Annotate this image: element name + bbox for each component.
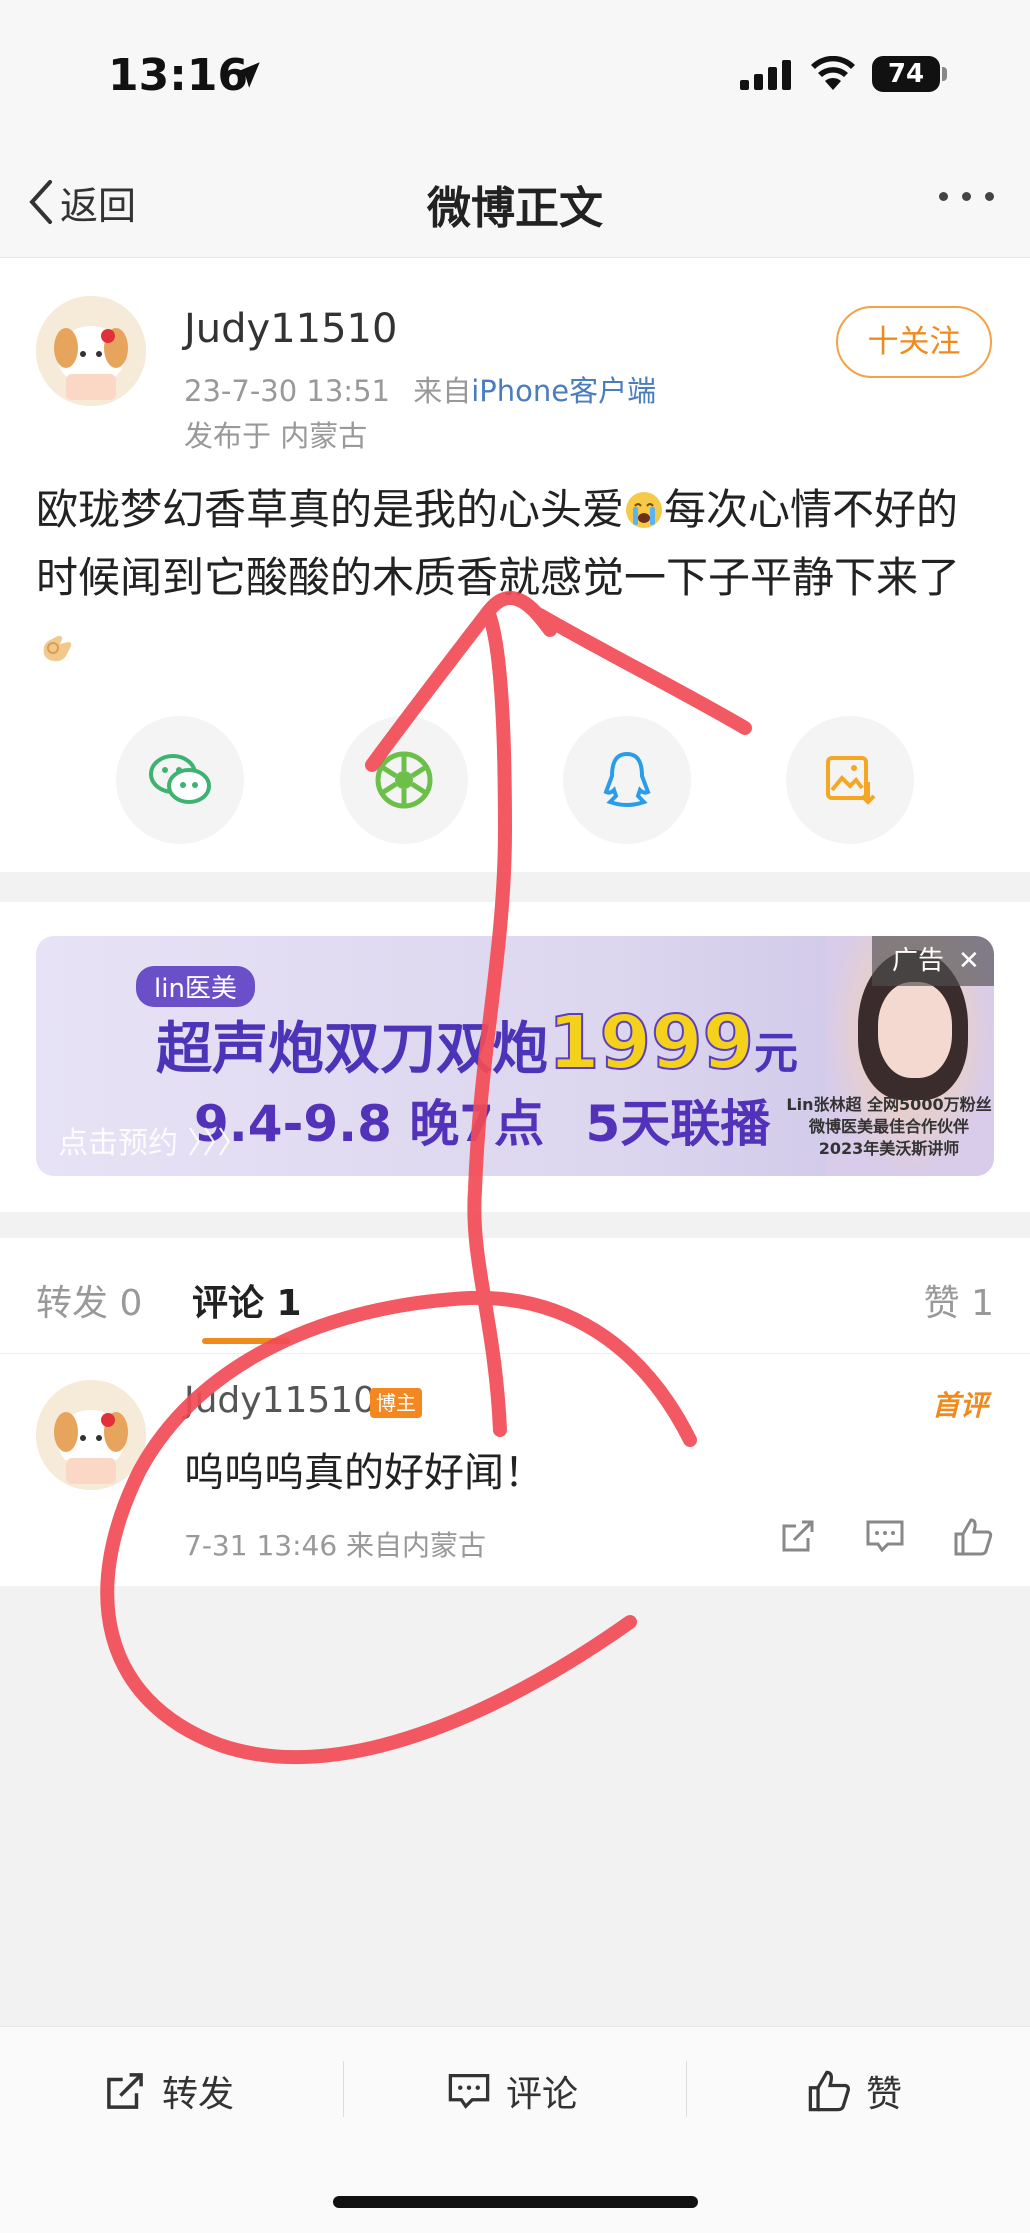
repost-button[interactable]: 转发 <box>102 2061 234 2121</box>
comment-label: 评论 <box>506 2074 579 2115</box>
save-image-icon <box>826 756 876 805</box>
nav-bar: 返回 微博正文 <box>0 150 1030 258</box>
share-icon[interactable] <box>778 1516 818 1556</box>
post-source[interactable]: iPhone客户端 <box>471 374 656 408</box>
ok-hand-icon <box>43 635 72 662</box>
ad-cta[interactable]: 点击预约 〉〉〉 <box>58 1118 248 1162</box>
like-icon[interactable] <box>952 1516 994 1558</box>
like-button[interactable]: 赞 <box>806 2061 902 2121</box>
like-label: 赞 <box>866 2074 903 2115</box>
page-title: 微博正文 <box>427 183 603 234</box>
follow-button[interactable]: 十关注 <box>836 306 992 378</box>
author-badge: 博主 <box>370 1388 422 1418</box>
first-comment-badge: 首评 <box>931 1389 988 1422</box>
cellular-signal-icon <box>740 60 791 90</box>
ad-banner[interactable]: lin医美 超声炮双刀双炮1999元 9.4-9.8 晚7点 5天联播 点击预约… <box>36 936 994 1176</box>
repost-label: 转发 <box>162 2074 235 2115</box>
more-options-icon[interactable] <box>939 192 994 201</box>
tab-like[interactable]: 赞 1 <box>924 1274 994 1326</box>
ad-dates: 9.4-9.8 晚7点 5天联播 <box>194 1084 770 1156</box>
ad-close-button[interactable]: 广告 ✕ <box>872 936 994 986</box>
ad-price-unit: 元 <box>753 1028 798 1079</box>
ad-caption-1: Lin张林超 全网5000万粉丝 <box>786 1095 992 1114</box>
qq-icon <box>603 751 651 807</box>
comment-icon <box>448 2074 490 2109</box>
interaction-tabs: 转发 0 评论 1 赞 1 <box>0 1238 1030 1354</box>
crying-face-icon <box>626 492 663 528</box>
post-content: 欧珑梦幻香草真的是我的心头爱 每次心情不好的时候闻到它酸酸的木质香就感觉一下子平静… <box>36 476 996 680</box>
post-username[interactable]: Judy11510 <box>184 306 397 352</box>
comment-avatar[interactable] <box>36 1380 146 1490</box>
active-tab-indicator <box>202 1338 290 1344</box>
comment-button[interactable]: 评论 <box>446 2061 578 2121</box>
location-arrow-icon <box>234 62 260 88</box>
share-row <box>0 716 1030 846</box>
tab-comment[interactable]: 评论 1 <box>192 1274 302 1326</box>
thumbs-up-icon <box>808 2070 850 2112</box>
wechat-icon <box>149 754 211 804</box>
comment-text: 呜呜呜真的好好闻！ <box>184 1450 544 1496</box>
moments-icon <box>375 751 433 809</box>
ad-headline-text: 超声炮双刀双炮 <box>156 1017 548 1082</box>
tab-repost[interactable]: 转发 0 <box>36 1274 142 1326</box>
post-location: 发布于 内蒙古 <box>184 419 368 453</box>
comment-username[interactable]: Judy11510 <box>184 1380 376 1421</box>
source-prefix: 来自 <box>413 374 472 408</box>
ad-days: 5天联播 <box>585 1095 771 1153</box>
comment-item: Judy11510 博主 首评 呜呜呜真的好好闻！ 7-31 13:46 来自内… <box>0 1354 1030 1586</box>
ad-tag-label: 广告 <box>892 946 945 976</box>
comment-actions <box>778 1516 994 1558</box>
toolbar-divider <box>686 2061 687 2117</box>
ad-caption: Lin张林超 全网5000万粉丝 微博医美最佳合作伙伴 2023年美沃斯讲师 <box>784 1094 994 1160</box>
share-moments-button[interactable] <box>340 716 468 844</box>
battery-icon: 74 <box>872 56 940 92</box>
ad-model-face <box>878 982 952 1078</box>
ad-price: 1999 <box>547 999 755 1087</box>
home-indicator[interactable] <box>333 2196 698 2208</box>
battery-cap <box>942 67 947 81</box>
ad-headline: 超声炮双刀双炮1999元 <box>156 999 798 1087</box>
comment-meta: 7-31 13:46 来自内蒙古 <box>184 1529 487 1562</box>
share-wechat-button[interactable] <box>116 716 244 844</box>
post-card: Judy11510 23-7-30 13:51 来自iPhone客户端 发布于 … <box>0 258 1030 872</box>
repost-icon <box>107 2073 143 2109</box>
post-time: 23-7-30 13:51 <box>184 374 390 408</box>
wifi-icon <box>811 56 855 90</box>
post-text-1: 欧珑梦幻香草真的是我的心头爱 <box>36 485 625 534</box>
toolbar-divider <box>343 2061 344 2117</box>
reply-icon[interactable] <box>864 1516 906 1556</box>
ad-section: lin医美 超声炮双刀双炮1999元 9.4-9.8 晚7点 5天联播 点击预约… <box>0 902 1030 1212</box>
close-icon: ✕ <box>958 946 980 976</box>
status-time: 13:16 <box>108 50 249 101</box>
post-meta: 23-7-30 13:51 来自iPhone客户端 <box>184 368 656 410</box>
ad-caption-2: 微博医美最佳合作伙伴 <box>808 1117 969 1136</box>
avatar[interactable] <box>36 296 146 406</box>
status-bar: 13:16 74 <box>0 0 1030 150</box>
share-qq-button[interactable] <box>563 716 691 844</box>
save-image-button[interactable] <box>786 716 914 844</box>
ad-caption-3: 2023年美沃斯讲师 <box>818 1139 960 1158</box>
